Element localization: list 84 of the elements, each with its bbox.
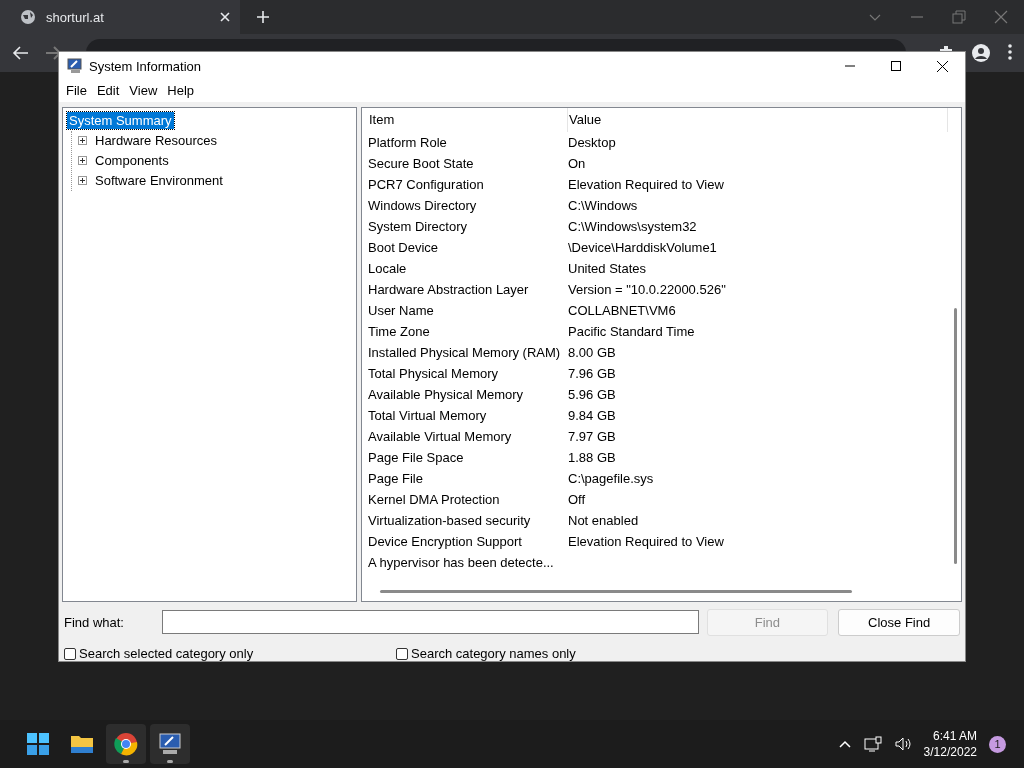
table-cell-text: C:\pagefile.sys xyxy=(568,469,655,488)
tree-item[interactable]: Software Environment xyxy=(93,172,225,190)
table-cell-text: 7.96 GB xyxy=(568,364,617,383)
table-cell-text: Hardware Abstraction Layer xyxy=(368,280,530,299)
expand-icon[interactable] xyxy=(78,136,87,146)
taskbar-button[interactable] xyxy=(106,724,146,764)
table-cell-text: Installed Physical Memory (RAM) xyxy=(368,343,562,362)
back-icon[interactable] xyxy=(12,44,30,62)
computer-icon xyxy=(157,731,183,757)
tree-item[interactable]: Hardware Resources xyxy=(93,132,220,150)
field-label: Find what: xyxy=(64,614,125,630)
table-cell-text: Virtualization-based security xyxy=(368,511,532,530)
tree-item[interactable]: System Summary xyxy=(67,112,174,130)
table-cell-text: Time Zone xyxy=(368,322,431,341)
column-header[interactable]: Value xyxy=(568,107,948,132)
table-cell-text: Pacific Standard Time xyxy=(568,322,696,341)
menu-item[interactable]: File xyxy=(61,80,92,102)
forward-icon[interactable] xyxy=(44,44,62,62)
find-field[interactable] xyxy=(161,610,699,634)
profile-icon[interactable] xyxy=(972,44,990,62)
clock-time[interactable]: 6:41 AM xyxy=(932,728,977,744)
table-cell-text: Off xyxy=(568,490,587,509)
close-find-button[interactable]: Close Find xyxy=(838,608,960,636)
close-icon xyxy=(936,60,948,72)
checkbox[interactable] xyxy=(396,647,408,660)
table-cell-text: On xyxy=(568,154,587,173)
notification-badge[interactable]: 1 xyxy=(989,735,1006,753)
checkbox-label[interactable]: Search category names only xyxy=(411,646,576,661)
network-icon[interactable] xyxy=(863,736,882,752)
table-cell-text: Available Virtual Memory xyxy=(368,427,513,446)
scrollbar-thumb[interactable] xyxy=(954,307,957,564)
table-cell-text: C:\Windows\system32 xyxy=(568,217,698,236)
table-cell-text: Elevation Required to View xyxy=(568,532,725,551)
table-cell-text: Page File Space xyxy=(368,448,465,467)
scrollbar-thumb[interactable] xyxy=(380,590,852,594)
table-cell-text: Platform Role xyxy=(368,133,448,152)
table-cell-text: C:\Windows xyxy=(568,196,639,215)
checkbox-label[interactable]: Search selected category only xyxy=(79,646,254,661)
table-cell-text: 8.00 GB xyxy=(568,343,617,362)
table-cell-text: PCR7 Configuration xyxy=(368,175,485,194)
table-cell-text: Desktop xyxy=(568,133,617,152)
table-cell-text: Total Virtual Memory xyxy=(368,406,488,425)
table-cell-text: User Name xyxy=(368,301,435,320)
taskbar-button[interactable] xyxy=(150,724,190,764)
table-cell-text: \Device\HarddiskVolume1 xyxy=(568,238,718,257)
browser-tab[interactable]: shorturl.at xyxy=(0,0,240,34)
table-cell-text: Page File xyxy=(368,469,424,488)
globe-icon xyxy=(20,9,36,25)
table-cell-text: 5.96 GB xyxy=(568,385,617,404)
table-cell-text: COLLABNET\VM6 xyxy=(568,301,677,320)
windows-logo-icon xyxy=(25,731,51,757)
table-cell-text: Elevation Required to View xyxy=(568,175,725,194)
table-cell-text: 1.88 GB xyxy=(568,448,617,467)
clock-date[interactable]: 3/12/2022 xyxy=(923,744,977,760)
checkbox[interactable] xyxy=(64,647,76,660)
table-cell-text: System Directory xyxy=(368,217,468,236)
table-cell-text: Kernel DMA Protection xyxy=(368,490,501,509)
menu-item[interactable]: Edit xyxy=(91,80,125,102)
column-header[interactable]: Item xyxy=(368,107,568,132)
tree-item[interactable]: Components xyxy=(93,152,171,170)
table-cell-text: Not enabled xyxy=(568,511,640,530)
expand-icon[interactable] xyxy=(78,176,87,186)
expand-icon[interactable] xyxy=(78,156,87,166)
table-cell-text: Available Physical Memory xyxy=(368,385,525,404)
table-cell-text: Device Encryption Support xyxy=(368,532,523,551)
table-cell-text: United States xyxy=(568,259,648,278)
table-cell-text: Version = "10.0.22000.526" xyxy=(568,280,727,299)
volume-icon[interactable] xyxy=(893,736,912,752)
table-cell-text: Boot Device xyxy=(368,238,440,257)
menu-item[interactable]: Help xyxy=(162,80,200,102)
table-cell-text: 7.97 GB xyxy=(568,427,617,446)
menu-icon[interactable] xyxy=(1008,44,1012,60)
table-cell-text: Locale xyxy=(368,259,408,278)
browser-icon xyxy=(113,731,139,757)
table-cell-text: Total Physical Memory xyxy=(368,364,500,383)
menu-item[interactable]: View xyxy=(124,80,163,102)
table-cell-text: 9.84 GB xyxy=(568,406,617,425)
table-cell-text: A hypervisor has been detecte... xyxy=(368,553,555,572)
app-icon xyxy=(67,58,83,74)
new-tab-icon[interactable] xyxy=(256,10,270,24)
table-cell-text: Windows Directory xyxy=(368,196,478,215)
table-cell-text: Secure Boot State xyxy=(368,154,475,173)
maximize-icon xyxy=(891,61,901,71)
window-title: System Information xyxy=(89,58,202,74)
